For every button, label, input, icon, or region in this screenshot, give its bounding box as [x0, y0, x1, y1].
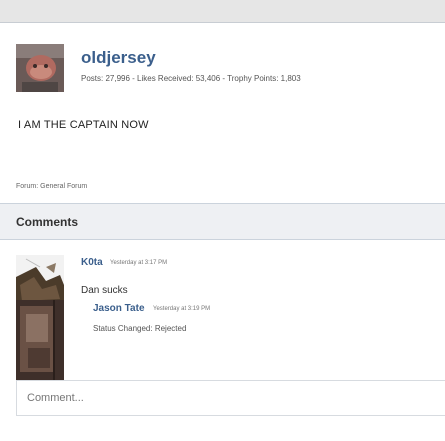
comment-author-link[interactable]: Jason Tate — [93, 303, 145, 314]
comment-body: Status Changed: Rejected — [93, 324, 187, 333]
profile-avatar[interactable] — [16, 44, 64, 92]
comment-timestamp[interactable]: Yesterday at 3:17 PM — [110, 260, 167, 266]
forum-link[interactable]: General Forum — [40, 183, 87, 190]
comment-avatar[interactable] — [16, 255, 64, 303]
profile-stats: Posts: 27,996 - Likes Received: 53,406 -… — [81, 74, 301, 83]
comment-timestamp[interactable]: Yesterday at 3:19 PM — [153, 306, 210, 312]
comment-avatar[interactable] — [16, 300, 64, 380]
comment-input[interactable] — [16, 380, 445, 416]
comment-author-link[interactable]: K0ta — [81, 257, 103, 268]
comment-item: K0ta Yesterday at 3:17 PM Dan sucks — [0, 255, 445, 305]
profile-username-link[interactable]: oldjersey — [81, 48, 156, 68]
avatar-photo-icon — [16, 255, 64, 303]
forum-line: Forum: General Forum — [16, 183, 87, 190]
comment-body: Dan sucks — [81, 285, 128, 296]
forum-label: Forum: — [16, 183, 39, 190]
comments-header: Comments — [0, 203, 445, 240]
comments-title: Comments — [16, 215, 79, 229]
status-message: I AM THE CAPTAIN NOW — [18, 119, 149, 131]
avatar-photo-icon — [16, 44, 64, 92]
comment-item: Jason Tate Yesterday at 3:19 PM Status C… — [0, 300, 445, 380]
avatar-photo-icon — [16, 300, 64, 380]
top-bar — [0, 0, 445, 23]
